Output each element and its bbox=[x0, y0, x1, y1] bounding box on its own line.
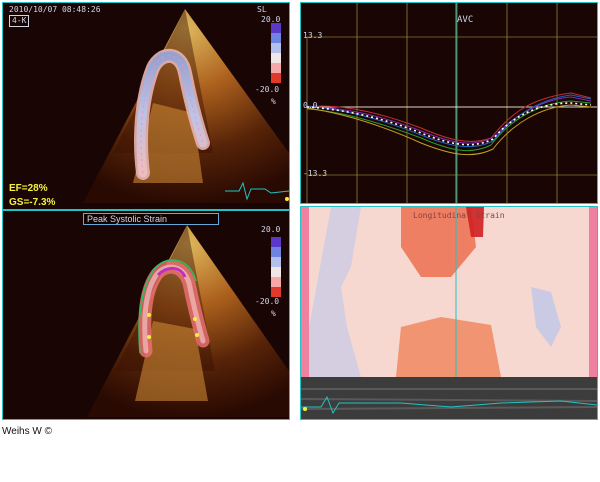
view-label: 4-K bbox=[9, 15, 30, 27]
strain-curves-graph bbox=[306, 3, 597, 203]
y-axis-top: 13.3 bbox=[303, 31, 323, 40]
panel-title: Peak Systolic Strain bbox=[83, 213, 219, 225]
echo-image-top bbox=[83, 9, 289, 203]
global-strain: GS=-7.3% bbox=[9, 197, 56, 208]
scale-unit: % bbox=[271, 97, 276, 106]
scale-title: SL bbox=[257, 5, 267, 14]
timestamp: 2010/10/07 08:48:26 bbox=[9, 5, 101, 14]
strain-map-panel[interactable]: Longitudinal Strain bbox=[300, 206, 598, 420]
map-title: Longitudinal Strain bbox=[413, 211, 505, 220]
scale-top-value: 20.0 bbox=[261, 225, 281, 234]
strain-map-image bbox=[301, 207, 597, 419]
avc-label: AVC bbox=[457, 15, 474, 25]
strain-curves-panel[interactable]: AVC 13.3 0.0 -13.3 bbox=[300, 2, 598, 204]
y-axis-zero: 0.0 bbox=[303, 101, 318, 110]
scale-unit: % bbox=[271, 309, 276, 318]
echo-image-bottom bbox=[87, 225, 289, 417]
scale-top-value: 20.0 bbox=[261, 15, 281, 24]
echo-panel-bottom[interactable]: Peak Systolic Strain 20.0 -20.0 % bbox=[2, 210, 290, 420]
scale-bottom-value: -20.0 bbox=[255, 85, 280, 94]
scale-bottom-value: -20.0 bbox=[255, 297, 280, 306]
y-axis-bottom: -13.3 bbox=[303, 169, 328, 178]
credit-text: Weihs W © bbox=[2, 426, 52, 437]
ejection-fraction: EF=28% bbox=[9, 183, 48, 194]
echo-panel-top[interactable]: 2010/10/07 08:48:26 4-K SL 20.0 -20.0 % … bbox=[2, 2, 290, 210]
